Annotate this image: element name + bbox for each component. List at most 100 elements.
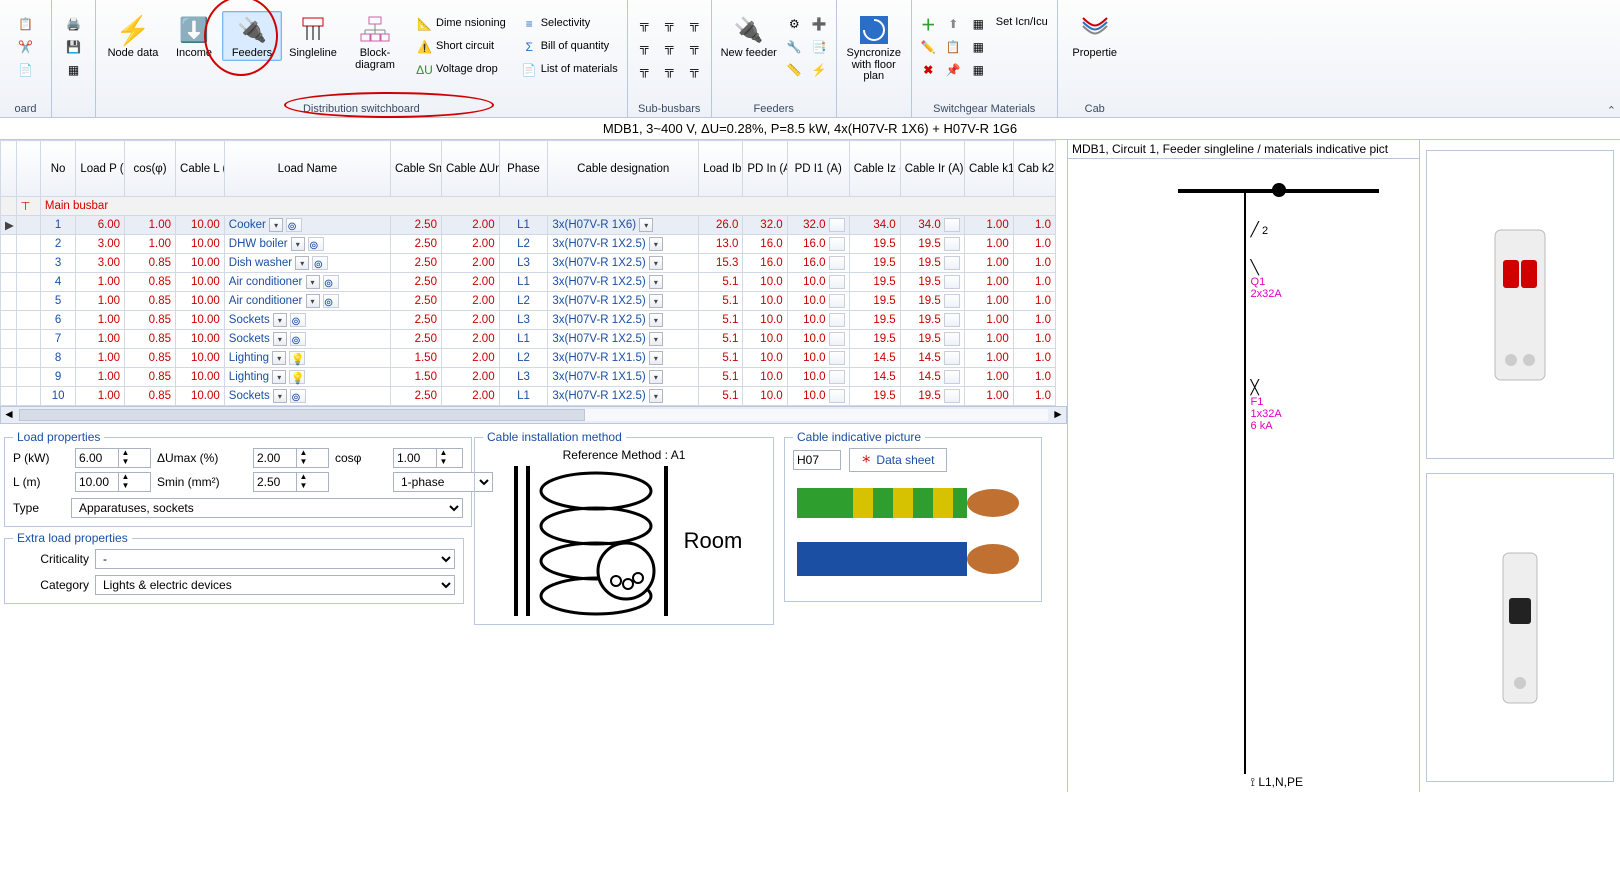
cable-dd[interactable]: ▾ <box>649 256 663 270</box>
cable-dd[interactable]: ▾ <box>649 275 663 289</box>
properties-button[interactable]: Propertie <box>1062 11 1128 61</box>
cable-dd[interactable]: ▾ <box>639 218 653 232</box>
col-header[interactable]: Load Ib (A) <box>699 141 743 197</box>
col-header[interactable]: No <box>40 141 75 197</box>
col-header[interactable]: Cable k1 <box>964 141 1013 197</box>
sg-5[interactable]: ▦ <box>966 13 991 35</box>
grid-hscroll[interactable]: ◄ ► <box>0 406 1067 424</box>
cable-ic[interactable] <box>944 237 960 251</box>
fd-c[interactable]: 📏 <box>782 59 807 81</box>
name-dd[interactable]: ▾ <box>273 332 287 346</box>
sbb-2[interactable]: ╦ <box>632 36 657 58</box>
sbb-4[interactable]: ╦ <box>657 13 682 35</box>
sg-up[interactable]: ⬆ <box>941 13 966 35</box>
pd-icon[interactable] <box>829 313 845 327</box>
sg-del[interactable]: ✖ <box>916 59 941 81</box>
fd-e[interactable]: 📑 <box>807 36 832 58</box>
singleline-button[interactable]: Singleline <box>282 11 344 61</box>
cable-ic[interactable] <box>944 332 960 346</box>
datasheet-button[interactable]: 🞵 Data sheet <box>849 448 947 472</box>
category-select[interactable]: Lights & electric devices <box>95 575 455 595</box>
boq-button[interactable]: ΣBill of quantity <box>517 36 623 58</box>
col-header[interactable]: Phase <box>499 141 548 197</box>
set-icn-button[interactable]: Set Icn/Icu <box>991 13 1053 33</box>
block-diagram-button[interactable]: Block- diagram <box>344 11 406 72</box>
cable-code-input[interactable] <box>793 450 841 470</box>
col-header[interactable]: Load P (kW) <box>76 141 125 197</box>
cable-ic[interactable] <box>944 294 960 308</box>
col-header[interactable]: Cable L (m) <box>176 141 225 197</box>
load-type-icon[interactable]: ⊚ <box>286 218 302 232</box>
l-input[interactable]: ▲▼ <box>75 472 151 492</box>
col-header[interactable]: Cable Smin (mm²) <box>391 141 442 197</box>
incomer-button[interactable]: ⬇️ Income <box>166 11 222 61</box>
sg-add[interactable]: ＋ <box>916 13 941 35</box>
pd-icon[interactable] <box>829 370 845 384</box>
col-header[interactable]: Load Name <box>224 141 390 197</box>
pd-icon[interactable] <box>829 351 845 365</box>
copy-button[interactable]: 📄 <box>13 59 38 81</box>
cable-ic[interactable] <box>944 351 960 365</box>
main-busbar-row[interactable]: ⊤Main busbar <box>1 197 1056 216</box>
col-header[interactable]: PD I1 (A) <box>787 141 849 197</box>
sg-7[interactable]: ▦ <box>966 59 991 81</box>
sg-6[interactable]: ▦ <box>966 36 991 58</box>
cable-dd[interactable]: ▾ <box>649 332 663 346</box>
name-dd[interactable]: ▾ <box>273 389 287 403</box>
cable-ic[interactable] <box>944 389 960 403</box>
type-select[interactable]: Apparatuses, sockets <box>71 498 463 518</box>
feeder-row[interactable]: 61.000.8510.00Sockets ▾ ⊚2.502.00L33x(H0… <box>1 311 1056 330</box>
name-dd[interactable]: ▾ <box>306 275 320 289</box>
node-data-button[interactable]: ⚡ Node data <box>100 11 166 61</box>
name-dd[interactable]: ▾ <box>273 313 287 327</box>
sg-copy[interactable]: 📋 <box>941 36 966 58</box>
sbb-9[interactable]: ╦ <box>682 59 707 81</box>
col-header[interactable]: cos(φ) <box>125 141 176 197</box>
feeder-row[interactable]: 41.000.8510.00Air conditioner ▾ ⊚2.502.0… <box>1 273 1056 292</box>
cable-dd[interactable]: ▾ <box>649 370 663 384</box>
feeder-row[interactable]: 81.000.8510.00Lighting ▾ 💡1.502.00L23x(H… <box>1 349 1056 368</box>
pd-icon[interactable] <box>829 218 845 232</box>
cable-ic[interactable] <box>944 370 960 384</box>
du-input[interactable]: ▲▼ <box>253 448 329 468</box>
load-type-icon[interactable]: ⊚ <box>323 275 339 289</box>
feeder-row[interactable]: 33.000.8510.00Dish washer ▾ ⊚2.502.00L33… <box>1 254 1056 273</box>
load-type-icon[interactable]: ⊚ <box>312 256 328 270</box>
cos-input[interactable]: ▲▼ <box>393 448 463 468</box>
feeders-button[interactable]: 🔌 Feeders <box>222 11 282 61</box>
cable-ic[interactable] <box>944 218 960 232</box>
feeder-row[interactable]: ▶16.001.0010.00Cooker ▾ ⊚2.502.00L13x(H0… <box>1 216 1056 235</box>
feeder-row[interactable]: 101.000.8510.00Sockets ▾ ⊚2.502.00L13x(H… <box>1 387 1056 406</box>
fd-b[interactable]: 🔧 <box>782 36 807 58</box>
sbb-5[interactable]: ╦ <box>657 36 682 58</box>
p-input[interactable]: ▲▼ <box>75 448 151 468</box>
save-button[interactable]: 💾 <box>61 36 86 58</box>
pd-icon[interactable] <box>829 332 845 346</box>
lom-button[interactable]: 📄List of materials <box>517 59 623 81</box>
col-header[interactable]: Cable Ir (A) <box>900 141 964 197</box>
cable-dd[interactable]: ▾ <box>649 294 663 308</box>
cut-button[interactable]: ✂️ <box>13 36 38 58</box>
short-circuit-button[interactable]: ⚠️Short circuit <box>412 36 511 58</box>
load-type-icon[interactable]: 💡 <box>289 351 305 365</box>
load-type-icon[interactable]: ⊚ <box>290 332 306 346</box>
ribbon-collapse-icon[interactable]: ⌃ <box>1607 104 1616 117</box>
paste-button[interactable]: 📋 <box>13 13 38 35</box>
feeder-row[interactable]: 91.000.8510.00Lighting ▾ 💡1.502.00L33x(H… <box>1 368 1056 387</box>
cable-ic[interactable] <box>944 256 960 270</box>
name-dd[interactable]: ▾ <box>291 237 305 251</box>
col-header[interactable]: Cable designation <box>548 141 699 197</box>
selectivity-button[interactable]: ≡Selectivity <box>517 13 623 35</box>
load-type-icon[interactable]: ⊚ <box>290 389 306 403</box>
load-type-icon[interactable]: ⊚ <box>308 237 324 251</box>
cable-dd[interactable]: ▾ <box>649 237 663 251</box>
dimensioning-button[interactable]: 📐Dime nsioning <box>412 13 511 35</box>
smin-input[interactable]: ▲▼ <box>253 472 329 492</box>
grid-button[interactable]: ▦ <box>61 59 86 81</box>
fd-f[interactable]: ⚡ <box>807 59 832 81</box>
new-feeder-button[interactable]: 🔌 New feeder <box>716 11 782 61</box>
sync-button[interactable]: Syncronize with floor plan <box>841 11 907 84</box>
sg-paste[interactable]: 📌 <box>941 59 966 81</box>
load-type-icon[interactable]: 💡 <box>289 370 305 384</box>
feeder-row[interactable]: 71.000.8510.00Sockets ▾ ⊚2.502.00L13x(H0… <box>1 330 1056 349</box>
